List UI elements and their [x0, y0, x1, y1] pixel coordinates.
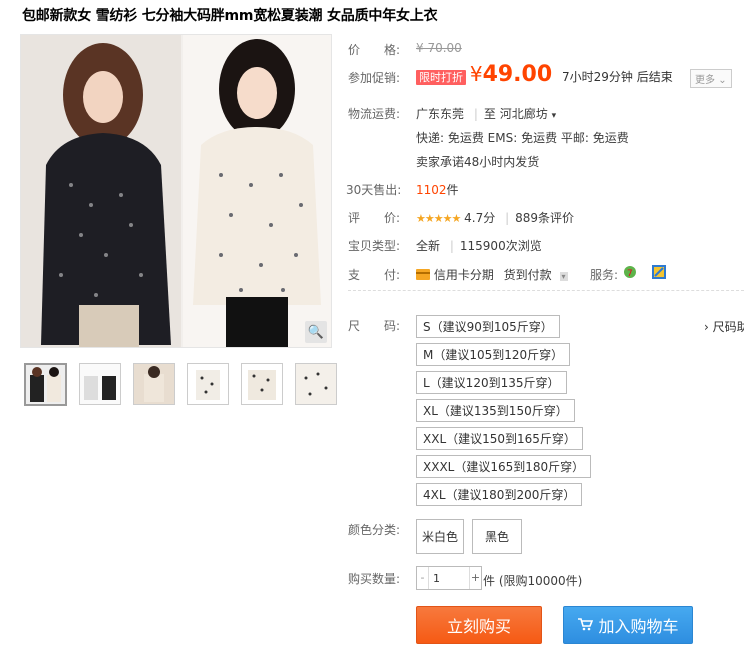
rating-stars-icon: ★★★★★	[416, 212, 461, 225]
rating-label: 评 价:	[348, 211, 401, 225]
type-label: 宝贝类型:	[348, 239, 401, 253]
chevron-down-icon: ⌄	[718, 75, 727, 86]
thumbnail-image	[26, 365, 65, 404]
cod-link[interactable]: 货到付款	[504, 268, 552, 282]
size-option-xxxl[interactable]: XXXL（建议165到180斤穿）	[416, 455, 592, 478]
thumbnail-3[interactable]	[133, 363, 175, 405]
main-product-image[interactable]: 🔍	[20, 34, 332, 348]
thumbnail-image	[134, 364, 174, 404]
caret-down-icon: ▾	[551, 111, 557, 121]
quantity-decrease-button[interactable]: -	[417, 567, 429, 589]
shipping-promise: 卖家承诺48小时内发货	[416, 155, 540, 169]
quantity-label: 购买数量:	[348, 572, 401, 586]
size-option-4xl[interactable]: 4XL（建议180到200斤穿）	[416, 483, 583, 506]
svg-text:7: 7	[627, 269, 633, 279]
promo-countdown: 7小时29分钟 后结束	[561, 70, 673, 84]
credit-installment-link[interactable]: 信用卡分期	[434, 268, 494, 282]
thumbnail-image	[188, 364, 228, 404]
quantity-stock: 件 (限购10000件)	[483, 574, 583, 588]
quantity-input[interactable]	[429, 569, 469, 587]
color-label: 颜色分类:	[348, 523, 401, 537]
size-option-s[interactable]: S（建议90到105斤穿）	[416, 315, 560, 338]
size-chart-link[interactable]: › 尺码助	[704, 318, 744, 335]
service-7day-icon[interactable]: 7	[623, 265, 637, 282]
service-label: 服务:	[590, 268, 619, 282]
promo-price-row: 限时打折 ¥49.00 7小时29分钟 后结束	[416, 62, 673, 87]
logistics-label: 物流运费:	[348, 107, 401, 121]
sales-label: 30天售出:	[346, 183, 402, 197]
thumbnail-1[interactable]	[24, 363, 67, 406]
size-option-m[interactable]: M（建议105到120斤穿）	[416, 343, 571, 366]
rating-score: 4.7分	[464, 211, 496, 225]
product-title: 包邮新款女 雪纺衫 七分袖大码胖mm宽松夏装潮 女品质中年女上衣	[22, 8, 438, 24]
sales-count: 1102	[416, 183, 447, 197]
thumbnail-2[interactable]	[79, 363, 121, 405]
product-photo	[21, 35, 331, 347]
thumbnail-active-indicator	[42, 363, 52, 364]
add-to-cart-label: 加入购物车	[598, 617, 679, 636]
size-option-l[interactable]: L（建议120到135斤穿）	[416, 371, 567, 394]
ship-to-select[interactable]: 河北廊坊 ▾	[500, 107, 556, 121]
thumbnail-image	[80, 364, 120, 404]
item-condition: 全新	[416, 239, 441, 253]
sales-count-row: 1102件	[416, 181, 459, 198]
shipping-fees: 快递: 免运费 EMS: 免运费 平邮: 免运费	[416, 131, 629, 145]
original-price-value: ¥ 70.00	[416, 41, 462, 55]
payment-row: 信用卡分期 货到付款 ▾	[416, 266, 568, 283]
size-option-xxl[interactable]: XXL（建议150到165斤穿）	[416, 427, 583, 450]
color-option-beige[interactable]: 米白色	[416, 519, 465, 554]
add-to-cart-button[interactable]: 加入购物车	[563, 606, 693, 644]
quantity-stepper: - +	[416, 566, 482, 590]
buy-now-button[interactable]: 立刻购买	[416, 606, 542, 644]
ship-to: 河北廊坊	[499, 107, 548, 121]
view-count: 115900次浏览	[459, 239, 542, 253]
thumbnail-4[interactable]	[187, 363, 229, 405]
thumbnail-5[interactable]	[241, 363, 283, 405]
caret-down-icon[interactable]: ▾	[559, 272, 568, 281]
more-promo-button[interactable]: 更多 ⌄	[690, 69, 732, 88]
size-label: 尺 码:	[348, 319, 401, 333]
size-option-xl[interactable]: XL（建议135到150斤穿）	[416, 399, 575, 422]
color-options: 米白色 黑色	[416, 519, 523, 554]
service-guarantee-icon[interactable]	[652, 265, 666, 282]
type-row: 全新 | 115900次浏览	[416, 237, 542, 254]
cart-icon	[577, 616, 594, 635]
thumbnail-strip	[24, 363, 337, 406]
thumbnail-image	[242, 364, 282, 404]
quantity-increase-button[interactable]: +	[469, 567, 481, 589]
currency-symbol: ¥	[469, 62, 483, 86]
buy-now-label: 立刻购买	[446, 617, 511, 636]
divider: |	[473, 107, 478, 121]
promo-label: 参加促销:	[348, 71, 401, 85]
divider: |	[505, 211, 510, 225]
payment-label: 支 付:	[348, 268, 401, 282]
thumbnail-image	[296, 364, 336, 404]
ship-to-prefix: 至	[483, 107, 496, 121]
sales-unit: 件	[446, 183, 459, 197]
section-divider	[348, 290, 744, 291]
thumbnail-6[interactable]	[295, 363, 337, 405]
logistics-route: 广东东莞 | 至 河北廊坊 ▾	[416, 105, 556, 122]
review-count-link[interactable]: 889条评价	[515, 211, 574, 225]
credit-card-icon	[416, 268, 430, 283]
original-price: ¥ 70.00	[416, 41, 462, 55]
zoom-icon[interactable]: 🔍	[305, 321, 327, 343]
more-promo-label: 更多	[695, 75, 715, 86]
rating-row: ★★★★★ 4.7分 | 889条评价	[416, 209, 574, 226]
promo-price: 49.00	[482, 62, 553, 87]
ship-from: 广东东莞	[416, 107, 465, 121]
price-label: 价 格:	[348, 43, 401, 57]
color-option-black[interactable]: 黑色	[472, 519, 523, 554]
promo-tag: 限时打折	[416, 70, 466, 85]
divider: |	[449, 239, 454, 253]
